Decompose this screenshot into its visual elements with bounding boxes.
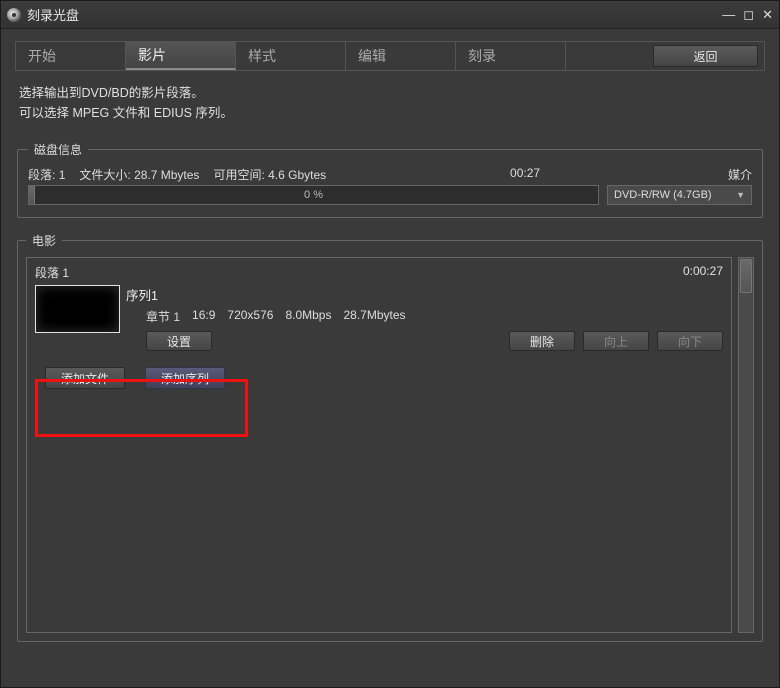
help-line2: 可以选择 MPEG 文件和 EDIUS 序列。: [19, 103, 761, 123]
scrollbar-thumb[interactable]: [740, 259, 752, 293]
tab-burn-label: 刻录: [468, 46, 496, 66]
clip-seq-title: 序列1: [126, 285, 723, 304]
disk-progress-fill: [29, 186, 35, 204]
movie-scrollbar[interactable]: [738, 257, 754, 633]
tab-edit[interactable]: 编辑: [346, 42, 456, 70]
clip-resolution: 720x576: [227, 308, 273, 325]
disc-icon: [7, 8, 21, 22]
back-button-label: 返回: [693, 48, 717, 65]
disk-progress-row: 0 % DVD-R/RW (4.7GB) ▼: [28, 185, 752, 205]
clip-thumbnail[interactable]: [35, 285, 120, 333]
tab-start[interactable]: 开始: [16, 42, 126, 70]
tab-bar: 开始 影片 样式 编辑 刻录 返回: [15, 41, 765, 71]
movie-list: 段落 1 0:00:27 序列1 章节 1: [26, 257, 732, 633]
add-sequence-button[interactable]: 添加序列: [145, 367, 225, 389]
clip-info: 序列1 章节 1 16:9 720x576 8.0Mbps 28.: [126, 285, 723, 351]
window-controls: — ◻ ✕: [722, 7, 773, 23]
media-select[interactable]: DVD-R/RW (4.7GB) ▼: [607, 185, 752, 205]
help-line1: 选择输出到DVD/BD的影片段落。: [19, 83, 761, 103]
filesize-stat: 文件大小: 28.7 Mbytes: [79, 166, 199, 183]
disk-stats-row: 段落: 1 文件大小: 28.7 Mbytes 可用空间: 4.6 Gbytes…: [28, 166, 752, 183]
clip-item: 段落 1 0:00:27 序列1 章节 1: [35, 264, 723, 351]
media-select-value: DVD-R/RW (4.7GB): [614, 189, 712, 201]
clip-bitrate: 8.0Mbps: [285, 308, 331, 325]
clip-size: 28.7Mbytes: [343, 308, 405, 325]
tab-movie[interactable]: 影片: [126, 42, 236, 70]
clip-name: 段落 1: [35, 264, 69, 281]
add-sequence-label: 添加序列: [161, 370, 209, 387]
clip-duration: 0:00:27: [683, 264, 723, 281]
disk-time: 00:27: [510, 166, 540, 183]
disk-progress-pct: 0 %: [304, 189, 323, 201]
back-button[interactable]: 返回: [653, 45, 758, 67]
clip-settings-label: 设置: [167, 333, 191, 350]
maximize-icon[interactable]: ◻: [743, 7, 754, 23]
movie-legend: 电影: [26, 232, 62, 249]
add-file-label: 添加文件: [61, 370, 109, 387]
titlebar: 刻录光盘 — ◻ ✕: [1, 1, 779, 29]
tab-style[interactable]: 样式: [236, 42, 346, 70]
clip-moveup-label: 向上: [604, 333, 628, 350]
clip-settings-button[interactable]: 设置: [146, 331, 212, 351]
media-label: 媒介: [728, 166, 752, 183]
clip-chapter: 章节 1: [146, 308, 180, 325]
tab-style-label: 样式: [248, 46, 276, 66]
tab-movie-label: 影片: [138, 45, 166, 65]
minimize-icon[interactable]: —: [722, 7, 735, 22]
disk-info-group: 磁盘信息 段落: 1 文件大小: 28.7 Mbytes 可用空间: 4.6 G…: [17, 141, 763, 218]
clip-meta: 章节 1 16:9 720x576 8.0Mbps 28.7Mbytes: [146, 308, 723, 325]
clip-moveup-button[interactable]: 向上: [583, 331, 649, 351]
clip-aspect: 16:9: [192, 308, 215, 325]
window-title: 刻录光盘: [27, 5, 79, 24]
add-buttons-row: 添加文件 添加序列: [35, 361, 723, 395]
movie-group: 电影 段落 1 0:00:27 序列1: [17, 232, 763, 642]
clip-movedown-label: 向下: [678, 333, 702, 350]
help-text: 选择输出到DVD/BD的影片段落。 可以选择 MPEG 文件和 EDIUS 序列…: [19, 83, 761, 123]
clip-delete-label: 删除: [530, 333, 554, 350]
burn-disc-window: 刻录光盘 — ◻ ✕ 开始 影片 样式 编辑 刻录 返回 选择输出到DVD/BD…: [0, 0, 780, 688]
chevron-down-icon: ▼: [736, 190, 745, 200]
close-icon[interactable]: ✕: [762, 7, 773, 23]
disk-progress: 0 %: [28, 185, 599, 205]
clip-delete-button[interactable]: 删除: [509, 331, 575, 351]
disk-info-legend: 磁盘信息: [28, 141, 88, 158]
add-file-button[interactable]: 添加文件: [45, 367, 125, 389]
tab-start-label: 开始: [28, 46, 56, 66]
tab-burn[interactable]: 刻录: [456, 42, 566, 70]
content-area: 开始 影片 样式 编辑 刻录 返回 选择输出到DVD/BD的影片段落。 可以选择…: [1, 29, 779, 668]
freespace-stat: 可用空间: 4.6 Gbytes: [213, 166, 326, 183]
tab-edit-label: 编辑: [358, 46, 386, 66]
segments-stat: 段落: 1: [28, 166, 65, 183]
clip-movedown-button[interactable]: 向下: [657, 331, 723, 351]
